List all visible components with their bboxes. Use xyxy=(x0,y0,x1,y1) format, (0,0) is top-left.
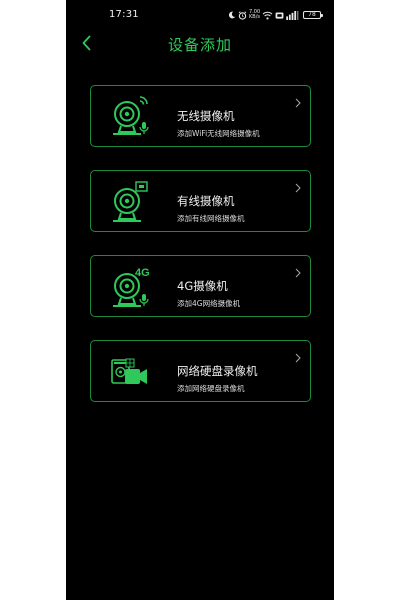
network-speed-unit: KB/s xyxy=(249,14,260,20)
wireless-camera-option[interactable]: 无线摄像机 添加WiFi无线网络摄像机 xyxy=(90,85,311,147)
status-icons: 7.00 KB/s 78 xyxy=(228,9,323,21)
4g-camera-option[interactable]: 4G 4G摄像机 添加4G网络摄像机 xyxy=(90,255,311,317)
option-title: 4G摄像机 xyxy=(177,279,228,293)
option-subtitle: 添加4G网络摄像机 xyxy=(177,299,241,308)
battery-icon: 78 xyxy=(303,11,323,19)
page-title: 设备添加 xyxy=(167,36,232,54)
4g-label: 4G xyxy=(135,267,150,279)
option-title: 无线摄像机 xyxy=(177,109,235,123)
option-subtitle: 添加WiFi无线网络摄像机 xyxy=(177,129,260,138)
option-subtitle: 添加有线网络摄像机 xyxy=(177,214,245,223)
header: 设备添加 xyxy=(66,30,334,58)
battery-level: 78 xyxy=(308,11,316,18)
chevron-right-icon xyxy=(295,353,301,363)
nvr-icon xyxy=(111,358,147,384)
nvr-option[interactable]: 网络硬盘录像机 添加网络硬盘录像机 xyxy=(90,340,311,402)
alarm-icon xyxy=(238,10,247,20)
chevron-right-icon xyxy=(295,98,301,108)
hd-icon xyxy=(275,11,284,19)
wired-camera-icon xyxy=(113,181,148,222)
chevron-right-icon xyxy=(295,183,301,193)
wired-camera-option[interactable]: 有线摄像机 添加有线网络摄像机 xyxy=(90,170,311,232)
wireless-camera-icon xyxy=(113,96,149,135)
status-bar: 17:31 7.00 KB/s 78 xyxy=(66,0,334,30)
4g-camera-icon: 4G xyxy=(113,267,150,307)
app-screen: 17:31 7.00 KB/s 78 设备添加 无线摄像机 添加WiFi无线网络… xyxy=(66,0,334,600)
option-subtitle: 添加网络硬盘录像机 xyxy=(177,384,245,393)
signal-icon xyxy=(286,10,299,20)
option-title: 有线摄像机 xyxy=(177,194,235,208)
status-time: 17:31 xyxy=(109,9,139,20)
moon-icon xyxy=(228,11,236,19)
network-speed: 7.00 KB/s xyxy=(249,10,260,20)
chevron-right-icon xyxy=(295,268,301,278)
wifi-icon xyxy=(262,11,273,20)
option-title: 网络硬盘录像机 xyxy=(177,364,258,378)
